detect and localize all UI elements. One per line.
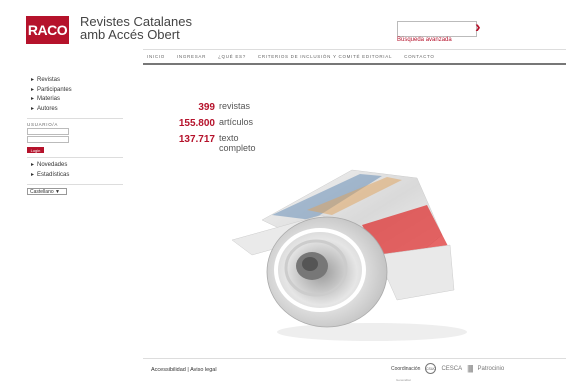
raco-logo[interactable]: RACO (26, 16, 69, 44)
footer-links: Accessibilidad | Aviso legal (151, 367, 217, 373)
nav-item-inicio[interactable]: INICIO (147, 54, 165, 59)
legal-link[interactable]: Aviso legal (190, 367, 217, 373)
site-title-line2: amb Accés Obert (80, 27, 180, 42)
stat-value: 399 (198, 102, 215, 113)
chevron-right-icon: › (475, 17, 481, 36)
stat-revistas: 399 revistas (148, 101, 278, 113)
sidebar-divider (27, 157, 123, 158)
language-select[interactable]: Castellano ▼ (27, 188, 67, 195)
site-title: Revistes Catalanes amb Accés Obert (80, 15, 192, 41)
stat-articulos: 155.800 artículos (148, 117, 278, 129)
nav-item-ingresar[interactable]: INGRESAR (177, 54, 206, 59)
top-navigation: INICIO INGRESAR ¿QUÉ ES? CRITERIOS DE IN… (143, 49, 566, 65)
advanced-search-link[interactable]: Búsqueda avanzada (397, 37, 452, 43)
sidebar-item-estadisticas[interactable]: Estadísticas (27, 171, 123, 181)
patronage-label: Patrocinio (477, 365, 505, 372)
sidebar: Revistas Participantes Materias Autores … (27, 76, 123, 195)
stat-value: 137.717 (178, 134, 215, 145)
nav-item-criterios[interactable]: CRITERIOS DE INCLUSIÓN Y COMITÉ EDITORIA… (258, 54, 392, 59)
sidebar-item-novedades[interactable]: Novedades (27, 161, 123, 171)
nav-item-que-es[interactable]: ¿QUÉ ES? (218, 54, 246, 59)
stat-value: 155.800 (178, 118, 215, 129)
footer-small-text: Generalitat (396, 378, 411, 382)
search-submit-button[interactable]: › (475, 17, 481, 36)
rolled-magazine-image (231, 169, 467, 341)
search-input[interactable] (397, 21, 477, 37)
sidebar-item-revistas[interactable]: Revistas (27, 76, 123, 86)
sidebar-divider (27, 118, 123, 119)
cbuc-logo[interactable]: CSUC (425, 363, 437, 374)
accessibility-link[interactable]: Accessibilidad (151, 367, 186, 373)
cesca-logo[interactable]: CESCA (441, 366, 462, 372)
stat-label: artículos (219, 117, 254, 127)
user-label: USUARIO/A (27, 122, 59, 127)
footer: Accessibilidad | Aviso legal Coordinació… (143, 358, 566, 374)
username-field[interactable] (27, 128, 69, 135)
stat-label: texto completo (219, 133, 256, 153)
login-button[interactable]: Login (27, 147, 44, 153)
password-field[interactable] (27, 136, 69, 143)
sidebar-divider (27, 184, 123, 185)
footer-separator: | (187, 367, 189, 373)
stat-texto-completo: 137.717 texto completo (148, 133, 278, 153)
stat-label-line2: completo (219, 142, 256, 153)
stats-block: 399 revistas 155.800 artículos 137.717 t… (148, 101, 278, 158)
footer-sponsors: Coordinación CSUC CESCA ||||| Patrocinio (391, 363, 504, 374)
sidebar-item-autores[interactable]: Autores (27, 105, 123, 115)
sidebar-item-participantes[interactable]: Participantes (27, 86, 123, 96)
sidebar-menu-top: Revistas Participantes Materias Autores (27, 76, 123, 114)
stat-label: revistas (219, 101, 251, 111)
sidebar-menu-bottom: Novedades Estadísticas (27, 161, 123, 180)
coordination-label: Coordinación (391, 365, 421, 372)
sidebar-item-materias[interactable]: Materias (27, 95, 123, 105)
nav-item-contacto[interactable]: CONTACTO (404, 54, 434, 59)
generalitat-bars-icon: ||||| (467, 364, 473, 373)
